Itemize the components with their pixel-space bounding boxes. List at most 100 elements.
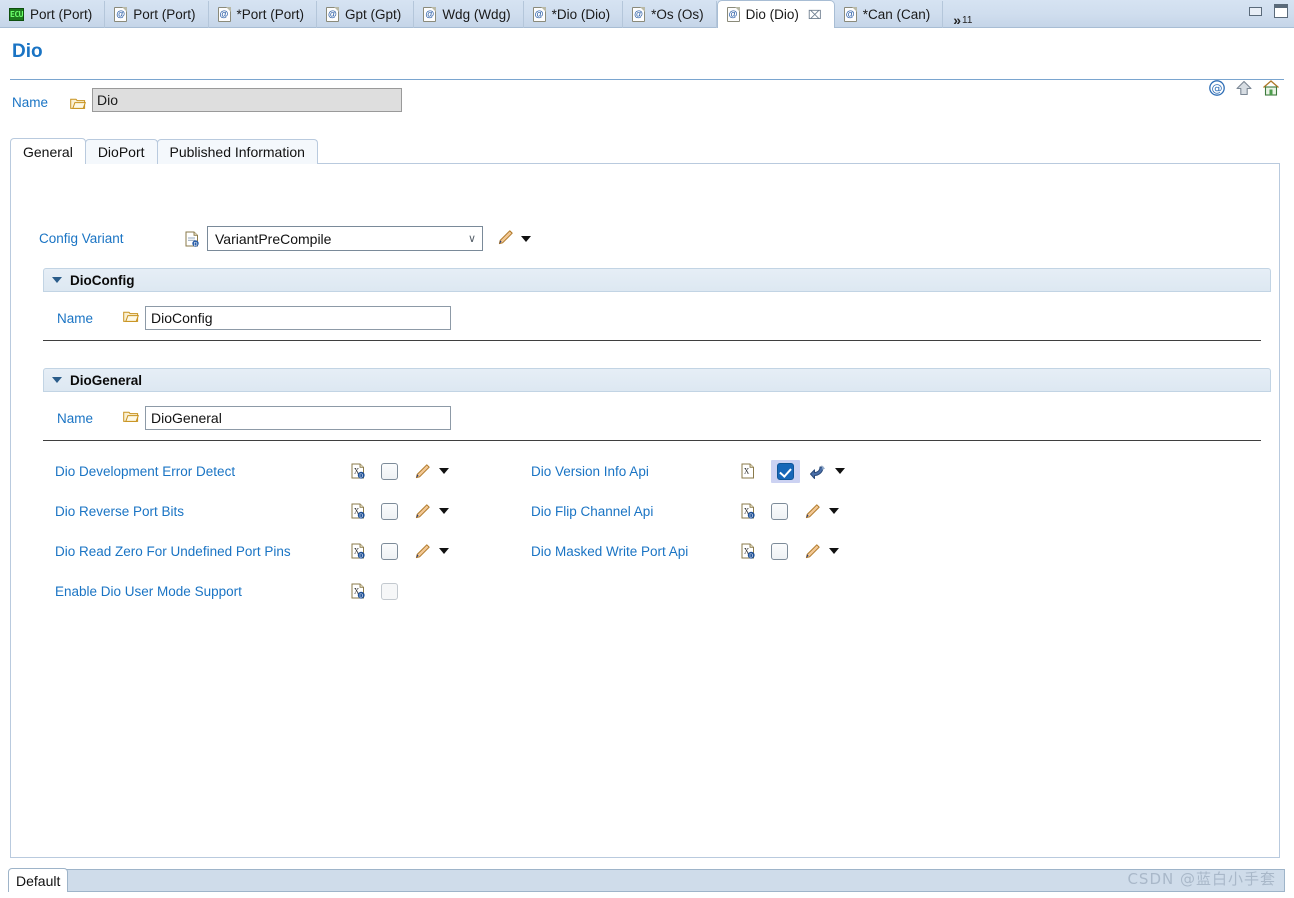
- pencil-icon[interactable]: [414, 543, 431, 560]
- parameter-checkbox[interactable]: [381, 462, 398, 480]
- parameter-controls: XD: [351, 458, 449, 484]
- parameter-row: Dio Read Zero For Undefined Port Pins: [55, 538, 291, 564]
- triangle-down-icon[interactable]: [52, 277, 62, 283]
- module-name-label[interactable]: Name: [12, 95, 48, 110]
- ecu-icon: ECU: [9, 8, 24, 21]
- pencil-icon[interactable]: [414, 503, 431, 520]
- form-tab-label: DioPort: [97, 144, 145, 160]
- xdm-param-icon: XD: [351, 583, 365, 600]
- section-title: DioGeneral: [70, 372, 143, 388]
- editor-tab-bar: ECU Port (Port) Port (Port) *Port (Port) Gpt…: [0, 0, 1294, 28]
- dioconfig-name-field[interactable]: DioConfig: [145, 306, 451, 330]
- module-name-row: Name Dio: [0, 88, 1294, 120]
- parameter-label[interactable]: Dio Reverse Port Bits: [55, 504, 184, 519]
- open-folder-icon: [123, 310, 140, 326]
- xdm-param-icon: XD: [741, 503, 755, 520]
- bottom-status-bar: Default: [0, 864, 1294, 898]
- parameter-label[interactable]: Dio Read Zero For Undefined Port Pins: [55, 544, 291, 559]
- editor-tab[interactable]: Wdg (Wdg): [414, 1, 524, 28]
- editor-tab-label: *Port (Port): [236, 7, 305, 22]
- parameter-label[interactable]: Dio Development Error Detect: [55, 464, 235, 479]
- module-doc-icon: [726, 7, 740, 22]
- window-controls: [1249, 4, 1288, 18]
- parameter-controls: XD: [351, 578, 398, 604]
- xdm-param-modified-icon: X: [741, 463, 755, 479]
- editor-tab[interactable]: Port (Port): [105, 1, 209, 28]
- editor-tab[interactable]: ECU Port (Port): [0, 1, 106, 28]
- parameter-controls: XD: [741, 498, 839, 524]
- parameter-label[interactable]: Dio Flip Channel Api: [531, 504, 653, 519]
- tab-overflow-count: 11: [962, 15, 973, 26]
- module-doc-icon: [326, 7, 340, 22]
- parameter-label[interactable]: Enable Dio User Mode Support: [55, 584, 242, 599]
- pencil-icon[interactable]: [804, 503, 821, 520]
- parameter-row: Dio Reverse Port Bits: [55, 498, 184, 524]
- parameter-controls: X: [741, 458, 845, 484]
- editor-tab[interactable]: *Dio (Dio): [524, 1, 624, 28]
- diogeneral-separator: [43, 440, 1261, 441]
- editor-tab[interactable]: *Port (Port): [209, 1, 318, 28]
- editor-tab[interactable]: *Os (Os): [623, 1, 717, 28]
- form-tab-general[interactable]: General: [10, 138, 86, 164]
- svg-text:D: D: [359, 554, 363, 560]
- parameter-label[interactable]: Dio Version Info Api: [531, 464, 649, 479]
- caret-down-icon[interactable]: [835, 468, 845, 474]
- pencil-icon[interactable]: [414, 463, 431, 480]
- caret-down-icon[interactable]: [439, 508, 449, 514]
- tab-overflow-indicator[interactable]: » 11: [943, 10, 972, 28]
- parameter-row: Dio Development Error Detect: [55, 458, 235, 484]
- form-tab-dioport[interactable]: DioPort: [84, 139, 158, 164]
- close-icon[interactable]: ⌧: [808, 9, 822, 21]
- minimize-button[interactable]: [1249, 6, 1262, 16]
- revert-arrow-icon[interactable]: [810, 463, 827, 480]
- caret-down-icon[interactable]: [829, 548, 839, 554]
- watermark-text: CSDN @蓝白小手套: [1127, 870, 1276, 888]
- editor-tab-active[interactable]: Dio (Dio) ⌧: [716, 0, 835, 28]
- parameter-checkbox[interactable]: [771, 502, 788, 520]
- form-header: Dio @: [0, 29, 1294, 96]
- pencil-icon[interactable]: [804, 543, 821, 560]
- bottom-tab-default[interactable]: Default: [8, 868, 69, 892]
- config-variant-label[interactable]: Config Variant: [39, 231, 185, 246]
- parameter-checkbox[interactable]: [381, 542, 398, 560]
- parameter-checkbox[interactable]: [771, 542, 788, 560]
- editor-tab-label: *Dio (Dio): [551, 7, 611, 22]
- editor-tab-label: Port (Port): [133, 7, 196, 22]
- xdm-param-icon: XD: [351, 543, 365, 560]
- section-header-dioconfig[interactable]: DioConfig: [43, 268, 1271, 292]
- general-tab-content: Config Variant D VariantPreCompile ∨ Dio…: [10, 164, 1280, 858]
- triangle-down-icon[interactable]: [52, 377, 62, 383]
- diogeneral-name-label[interactable]: Name: [57, 411, 123, 426]
- form-tab-strip: General DioPort Published Information: [10, 138, 1280, 164]
- parameter-label[interactable]: Dio Masked Write Port Api: [531, 544, 688, 559]
- maximize-button[interactable]: [1274, 4, 1288, 18]
- svg-text:D: D: [359, 514, 363, 520]
- xdm-param-icon: XD: [351, 463, 365, 480]
- parameter-row: Enable Dio User Mode Support: [55, 578, 242, 604]
- parameter-row: Dio Masked Write Port Api: [531, 538, 688, 564]
- parameter-checkbox[interactable]: [381, 502, 398, 520]
- dioconfig-name-label[interactable]: Name: [57, 311, 123, 326]
- module-doc-icon: [114, 7, 128, 22]
- header-divider: [10, 79, 1284, 80]
- caret-down-icon[interactable]: [439, 468, 449, 474]
- caret-down-icon[interactable]: [829, 508, 839, 514]
- module-name-field[interactable]: Dio: [92, 88, 402, 112]
- form-tab-label: General: [23, 143, 73, 160]
- editor-tab-list: ECU Port (Port) Port (Port) *Port (Port) Gpt…: [0, 0, 972, 28]
- config-variant-combo[interactable]: VariantPreCompile ∨: [207, 226, 483, 251]
- pencil-icon[interactable]: [497, 229, 514, 249]
- diogeneral-name-field[interactable]: DioGeneral: [145, 406, 451, 430]
- caret-down-icon[interactable]: [521, 235, 531, 242]
- section-header-diogeneral[interactable]: DioGeneral: [43, 368, 1271, 392]
- dioconfig-separator: [43, 340, 1261, 341]
- svg-text:D: D: [359, 594, 363, 600]
- modified-value-highlight: [771, 459, 800, 483]
- editor-tab[interactable]: Gpt (Gpt): [317, 1, 415, 28]
- form-tab-published-information[interactable]: Published Information: [156, 139, 318, 164]
- parameter-checkbox[interactable]: [777, 462, 794, 480]
- editor-tab[interactable]: *Can (Can): [835, 1, 944, 28]
- page-title: Dio: [12, 41, 43, 62]
- svg-text:D: D: [749, 514, 753, 520]
- caret-down-icon[interactable]: [439, 548, 449, 554]
